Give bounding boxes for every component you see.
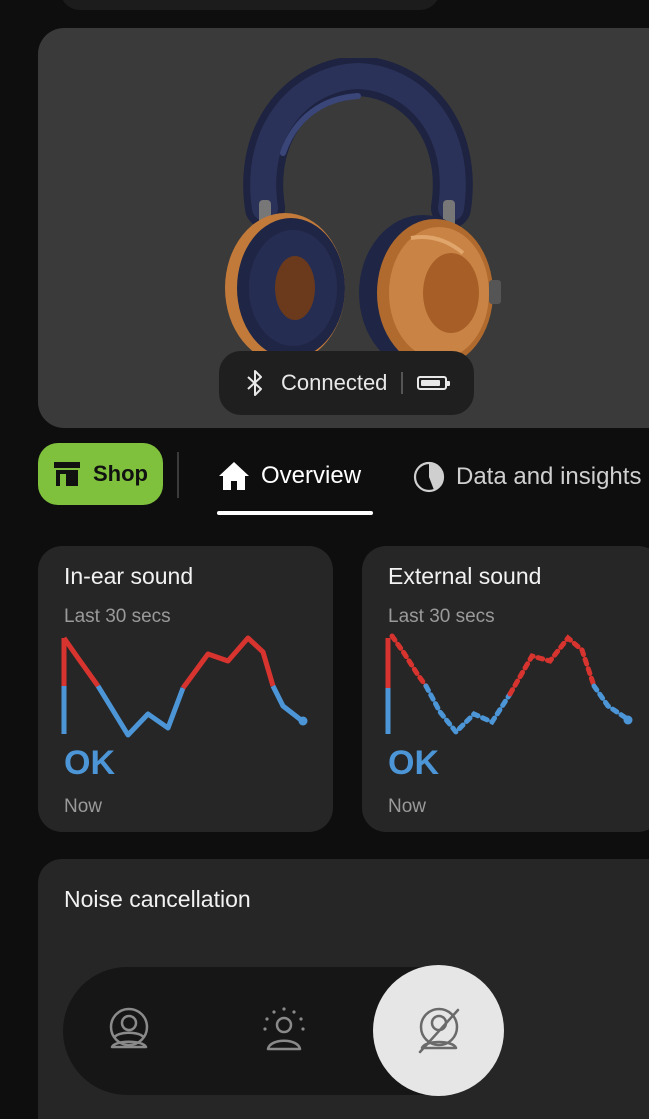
external-sparkline <box>385 633 633 736</box>
status-bar-fade <box>60 0 440 10</box>
battery-icon <box>417 376 451 390</box>
tab-overview[interactable]: Overview <box>217 460 361 492</box>
external-title: External sound <box>388 563 542 589</box>
noise-mode-transparency-button[interactable] <box>258 1005 310 1057</box>
bluetooth-icon <box>247 370 262 396</box>
battery-level-fill <box>421 380 441 386</box>
shop-button[interactable]: Shop <box>38 443 163 505</box>
noise-mode-anc-button[interactable] <box>373 965 504 1096</box>
store-icon <box>54 462 80 486</box>
noise-cancellation-title: Noise cancellation <box>64 886 251 912</box>
off-icon <box>109 1007 149 1049</box>
in-ear-subtitle: Last 30 secs <box>64 606 171 627</box>
pill-divider <box>401 372 404 394</box>
connection-status-pill[interactable]: Connected <box>219 351 474 415</box>
app-screen: Connected Shop Overview Data and insight… <box>0 0 649 1119</box>
tab-data-and-insights[interactable]: Data and insights <box>412 460 641 494</box>
external-status: OK <box>388 744 439 782</box>
tab-overview-label: Overview <box>261 462 362 489</box>
shop-label: Shop <box>93 461 148 486</box>
external-sound-card[interactable]: External sound Last 30 secs OK Now <box>362 546 649 832</box>
tab-divider <box>177 452 179 498</box>
noise-mode-off-button[interactable] <box>103 1005 155 1057</box>
external-subtitle: Last 30 secs <box>388 606 495 627</box>
in-ear-title: In-ear sound <box>64 563 194 589</box>
headphones-image <box>225 58 501 371</box>
pie-chart-icon <box>413 461 445 493</box>
in-ear-sparkline <box>61 635 308 738</box>
in-ear-sound-card[interactable]: In-ear sound Last 30 secs OK Now <box>38 546 333 832</box>
tab-insights-label: Data and insights <box>456 463 642 490</box>
in-ear-status: OK <box>64 744 115 782</box>
anc-icon <box>418 1007 459 1053</box>
home-icon <box>219 462 249 490</box>
connection-status-label: Connected <box>281 370 388 395</box>
device-hero-card: Connected <box>38 28 649 428</box>
external-time: Now <box>388 796 427 817</box>
transparency-icon <box>263 1007 305 1051</box>
in-ear-time: Now <box>64 796 103 817</box>
active-tab-indicator <box>217 511 373 515</box>
noise-cancellation-card: Noise cancellation <box>38 859 649 1119</box>
